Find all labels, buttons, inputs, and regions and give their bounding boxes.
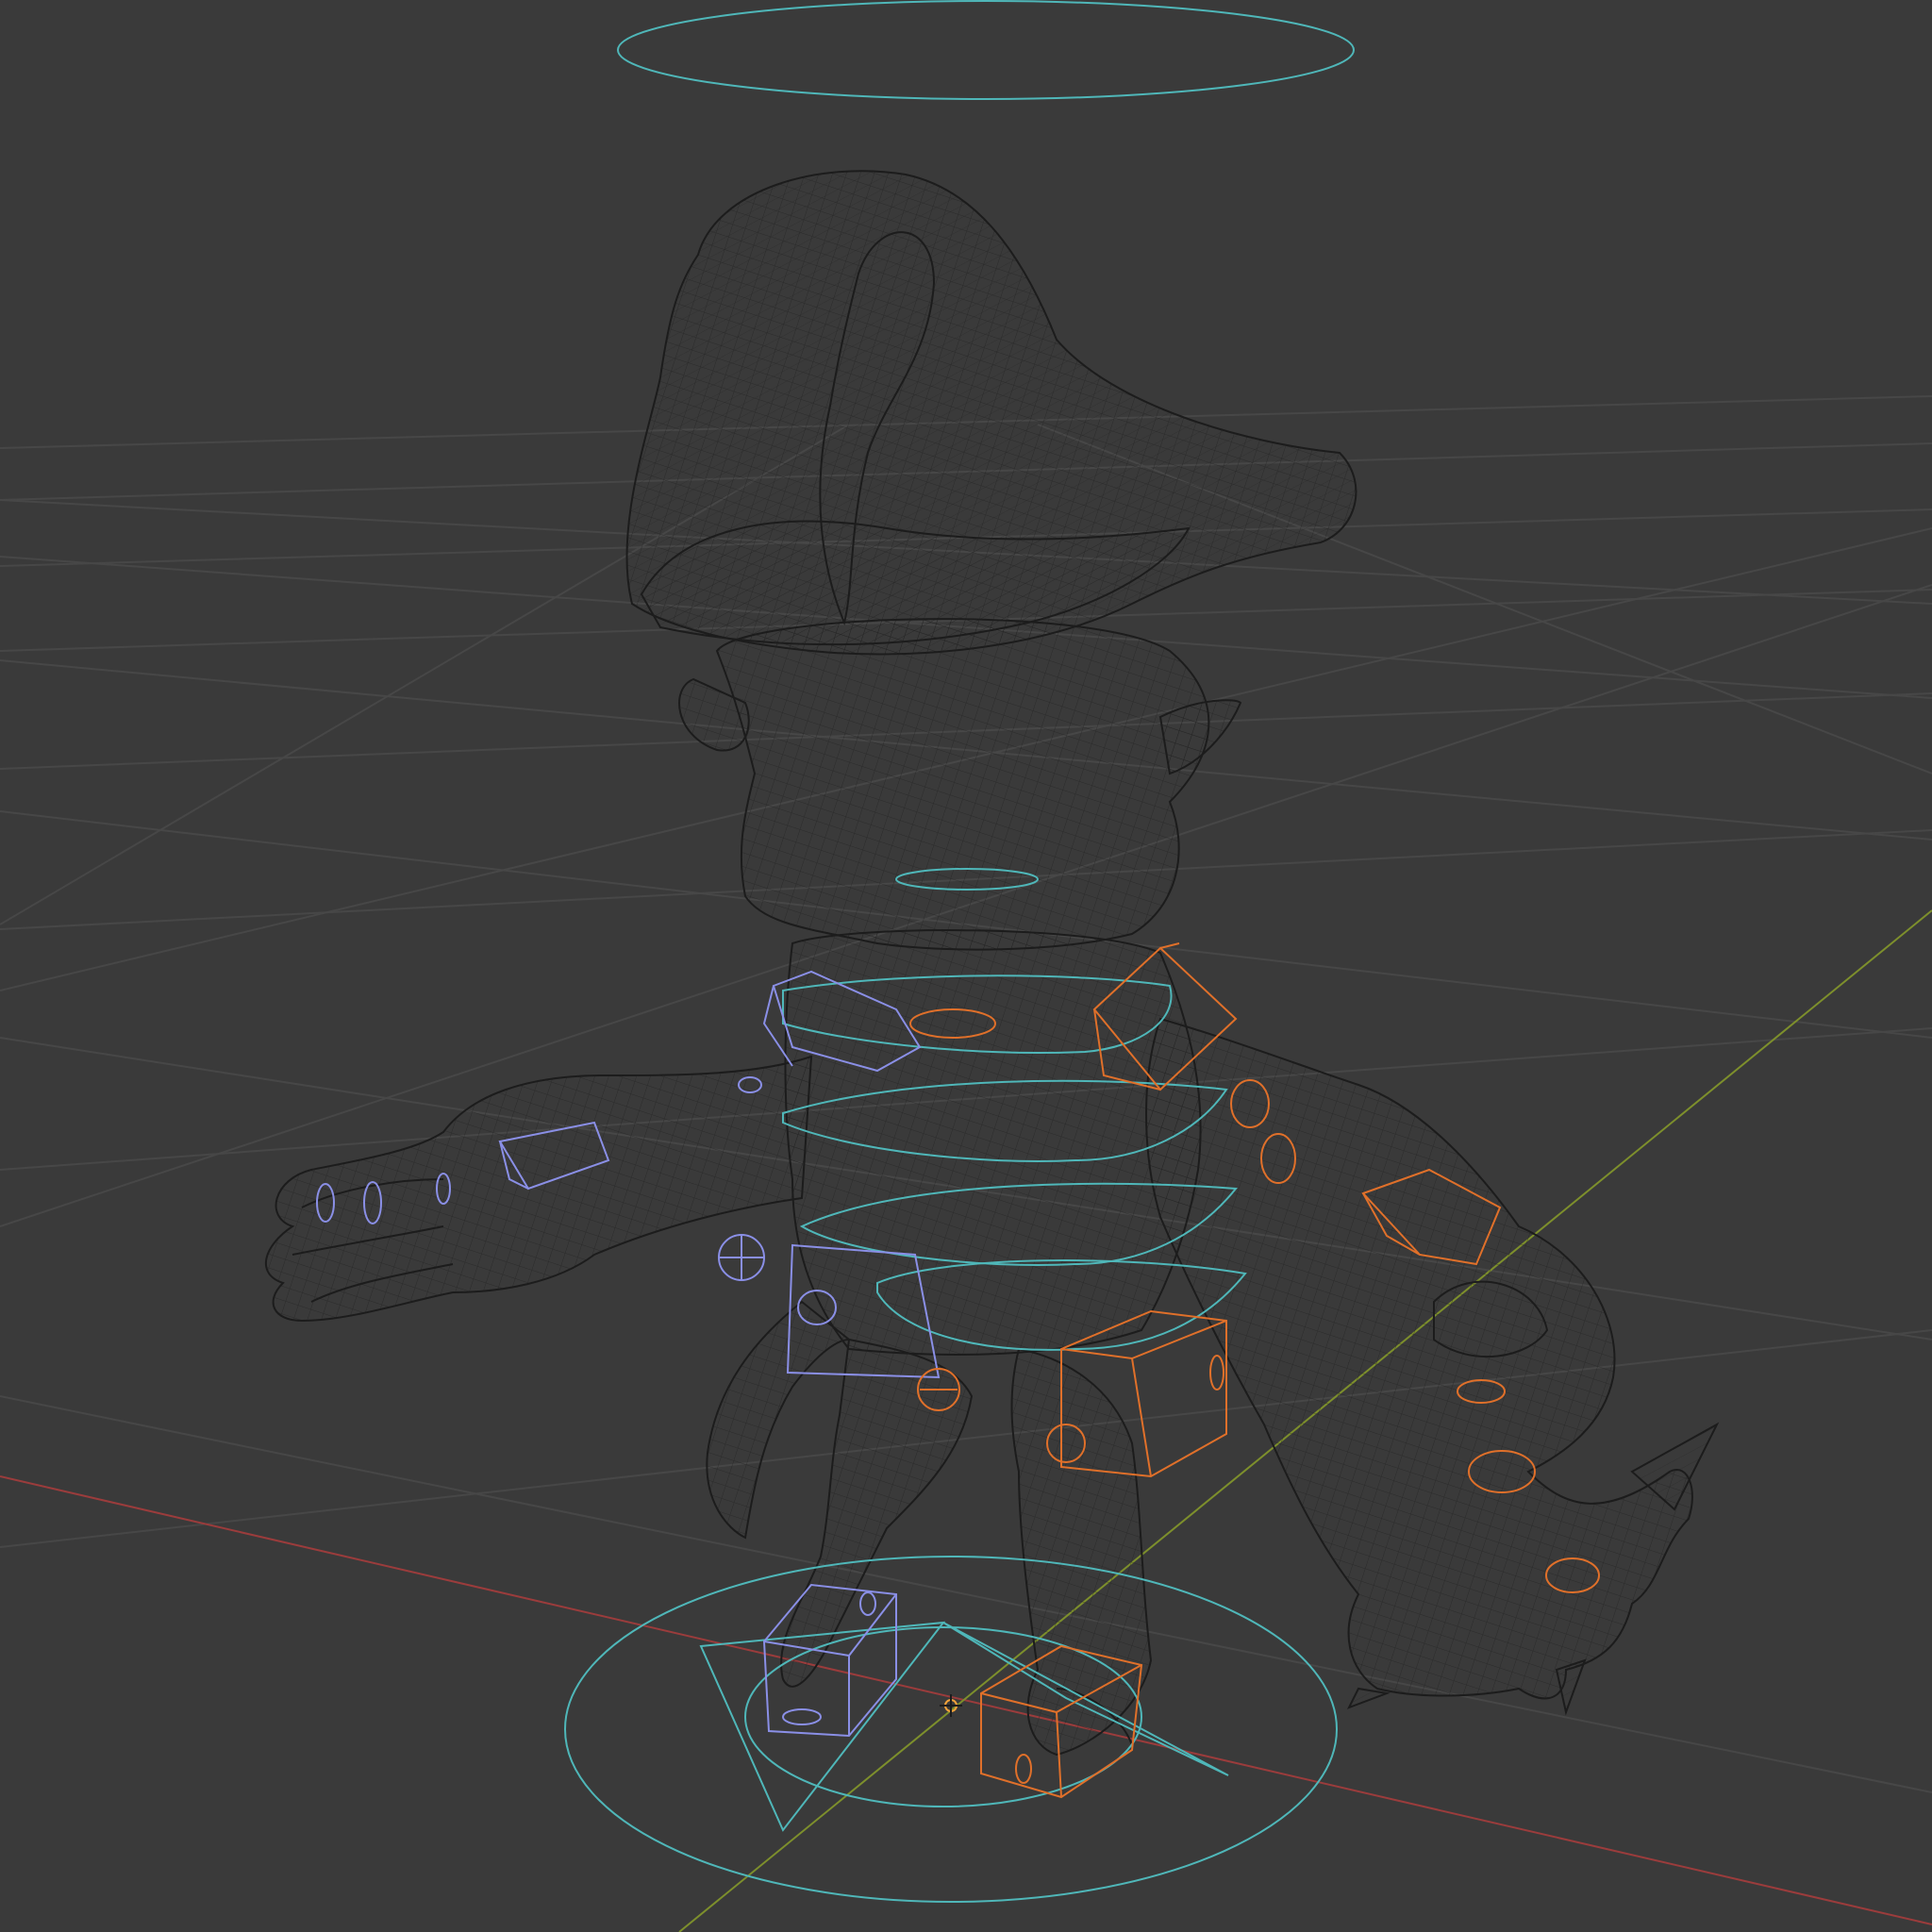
- right-arm-mesh: [1145, 1017, 1693, 1700]
- head-mesh: [715, 618, 1210, 951]
- scene-origin[interactable]: [940, 1694, 962, 1717]
- left-arm-mesh: [264, 1055, 813, 1323]
- ear-right-mesh: [1158, 699, 1242, 775]
- rig-root-control[interactable]: [564, 1556, 1338, 1903]
- rig-head-control[interactable]: [617, 0, 1355, 100]
- viewport-canvas[interactable]: [0, 0, 1932, 1932]
- root-outer-circle[interactable]: [564, 1556, 1338, 1903]
- left-leg-mesh: [780, 1338, 974, 1688]
- 3d-viewport[interactable]: [0, 0, 1932, 1932]
